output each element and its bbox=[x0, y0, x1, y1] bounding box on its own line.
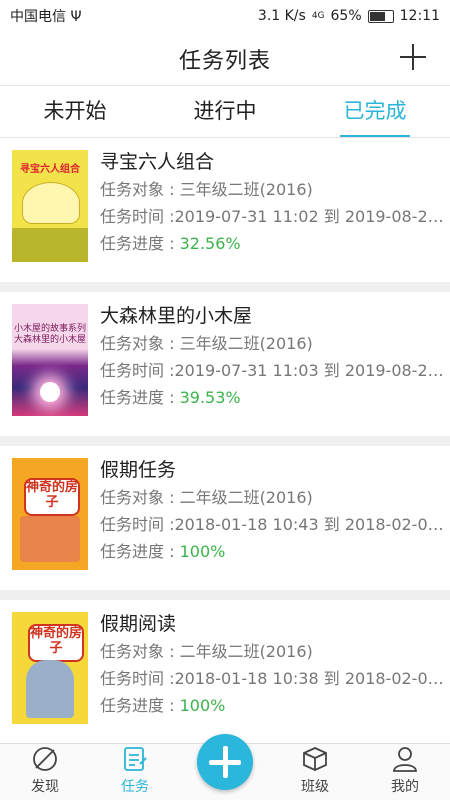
task-time: 任务时间 :2018-01-18 10:38 到 2018-02-0… bbox=[100, 669, 444, 688]
book-cover: 小木屋的故事系列 大森林里的小木屋 bbox=[12, 304, 88, 416]
nav-add[interactable] bbox=[180, 734, 270, 800]
task-time: 任务时间 :2019-07-31 11:03 到 2019-08-2… bbox=[100, 361, 444, 380]
task-target: 任务对象 : 二年级二班(2016) bbox=[100, 642, 313, 661]
add-icon[interactable] bbox=[197, 734, 253, 790]
nav-task[interactable]: 任务 bbox=[90, 744, 180, 800]
task-name: 假期阅读 bbox=[100, 613, 177, 635]
nav-class[interactable]: 班级 bbox=[270, 744, 360, 800]
app-header: 任务列表 bbox=[0, 32, 450, 86]
task-time: 任务时间 :2018-01-18 10:43 到 2018-02-0… bbox=[100, 515, 444, 534]
page-title: 任务列表 bbox=[178, 48, 271, 74]
clock: 12:11 bbox=[399, 8, 440, 24]
task-progress-row: 任务进度 : 32.56% bbox=[100, 230, 450, 257]
cover-illustration bbox=[26, 660, 74, 718]
task-card[interactable]: 寻宝六人组合 寻宝六人组合 任务对象 : 三年级二班(2016) 任务时间 :2… bbox=[0, 138, 450, 282]
nav-discover[interactable]: 发现 bbox=[0, 744, 90, 800]
task-target: 任务对象 : 三年级二班(2016) bbox=[100, 180, 313, 199]
cover-illustration bbox=[20, 516, 80, 562]
status-right: 3.1 K/s 4G 65% 12:11 bbox=[258, 8, 440, 24]
task-progress-row: 任务进度 : 100% bbox=[100, 538, 450, 565]
cover-title: 神奇的房子 bbox=[28, 624, 84, 662]
book-cover: 神奇的房子 bbox=[12, 458, 88, 570]
nav-label: 任务 bbox=[121, 779, 149, 795]
task-tabs: 未开始 进行中 已完成 bbox=[0, 86, 450, 138]
class-icon bbox=[303, 747, 327, 771]
status-left: 中国电信 Ψ bbox=[10, 6, 81, 26]
progress-value: 100% bbox=[179, 696, 226, 715]
cover-band bbox=[12, 228, 88, 262]
tab-completed[interactable]: 已完成 bbox=[300, 86, 450, 137]
nav-label: 我的 bbox=[391, 779, 419, 795]
progress-label: 任务进度 : bbox=[100, 388, 180, 407]
progress-value: 32.56% bbox=[179, 234, 241, 253]
nav-profile[interactable]: 我的 bbox=[360, 744, 450, 800]
cover-title: 神奇的房子 bbox=[24, 478, 80, 516]
task-info: 假期阅读 任务对象 : 二年级二班(2016) 任务时间 :2018-01-18… bbox=[100, 610, 450, 744]
task-name: 假期任务 bbox=[100, 459, 177, 481]
task-info: 寻宝六人组合 任务对象 : 三年级二班(2016) 任务时间 :2019-07-… bbox=[100, 148, 450, 282]
progress-value: 100% bbox=[179, 542, 226, 561]
book-cover: 神奇的房子 bbox=[12, 612, 88, 724]
carrier-label: 中国电信 bbox=[10, 9, 66, 25]
discover-icon bbox=[33, 747, 57, 771]
battery-percent: 65% bbox=[330, 8, 362, 24]
add-icon[interactable] bbox=[398, 42, 428, 72]
task-name: 大森林里的小木屋 bbox=[100, 305, 253, 327]
profile-icon bbox=[393, 747, 417, 772]
progress-value: 39.53% bbox=[179, 388, 241, 407]
task-card[interactable]: 神奇的房子 假期阅读 任务对象 : 二年级二班(2016) 任务时间 :2018… bbox=[0, 600, 450, 744]
tab-not-started[interactable]: 未开始 bbox=[0, 86, 150, 137]
usb-icon: Ψ bbox=[70, 9, 82, 25]
nav-label: 班级 bbox=[301, 779, 329, 795]
task-icon bbox=[124, 747, 147, 771]
task-time: 任务时间 :2019-07-31 11:02 到 2019-08-2… bbox=[100, 207, 444, 226]
task-info: 大森林里的小木屋 任务对象 : 三年级二班(2016) 任务时间 :2019-0… bbox=[100, 302, 450, 436]
cover-illustration bbox=[40, 382, 60, 402]
network-speed: 3.1 K/s bbox=[257, 8, 306, 24]
nav-label: 发现 bbox=[31, 779, 59, 795]
task-progress-row: 任务进度 : 39.53% bbox=[100, 384, 450, 411]
cover-title: 寻宝六人组合 bbox=[20, 164, 80, 175]
bottom-nav: 发现 任务 班级 我的 bbox=[0, 734, 450, 800]
progress-label: 任务进度 : bbox=[100, 234, 180, 253]
task-target: 任务对象 : 三年级二班(2016) bbox=[100, 334, 313, 353]
progress-label: 任务进度 : bbox=[100, 542, 180, 561]
progress-label: 任务进度 : bbox=[100, 696, 180, 715]
cover-title: 小木屋的故事系列 大森林里的小木屋 bbox=[14, 324, 87, 345]
task-card[interactable]: 神奇的房子 假期任务 任务对象 : 二年级二班(2016) 任务时间 :2018… bbox=[0, 446, 450, 590]
cover-illustration bbox=[22, 182, 80, 224]
battery-icon bbox=[367, 9, 394, 23]
task-card[interactable]: 小木屋的故事系列 大森林里的小木屋 大森林里的小木屋 任务对象 : 三年级二班(… bbox=[0, 292, 450, 436]
task-progress-row: 任务进度 : 100% bbox=[100, 692, 450, 719]
book-cover: 寻宝六人组合 bbox=[12, 150, 88, 262]
status-bar: 中国电信 Ψ 3.1 K/s 4G 65% 12:11 bbox=[0, 0, 450, 32]
tab-in-progress[interactable]: 进行中 bbox=[150, 86, 300, 137]
task-name: 寻宝六人组合 bbox=[100, 151, 215, 173]
task-target: 任务对象 : 二年级二班(2016) bbox=[100, 488, 313, 507]
signal-icon: 4G bbox=[311, 11, 325, 21]
task-info: 假期任务 任务对象 : 二年级二班(2016) 任务时间 :2018-01-18… bbox=[100, 456, 450, 590]
task-list: 寻宝六人组合 寻宝六人组合 任务对象 : 三年级二班(2016) 任务时间 :2… bbox=[0, 138, 450, 744]
